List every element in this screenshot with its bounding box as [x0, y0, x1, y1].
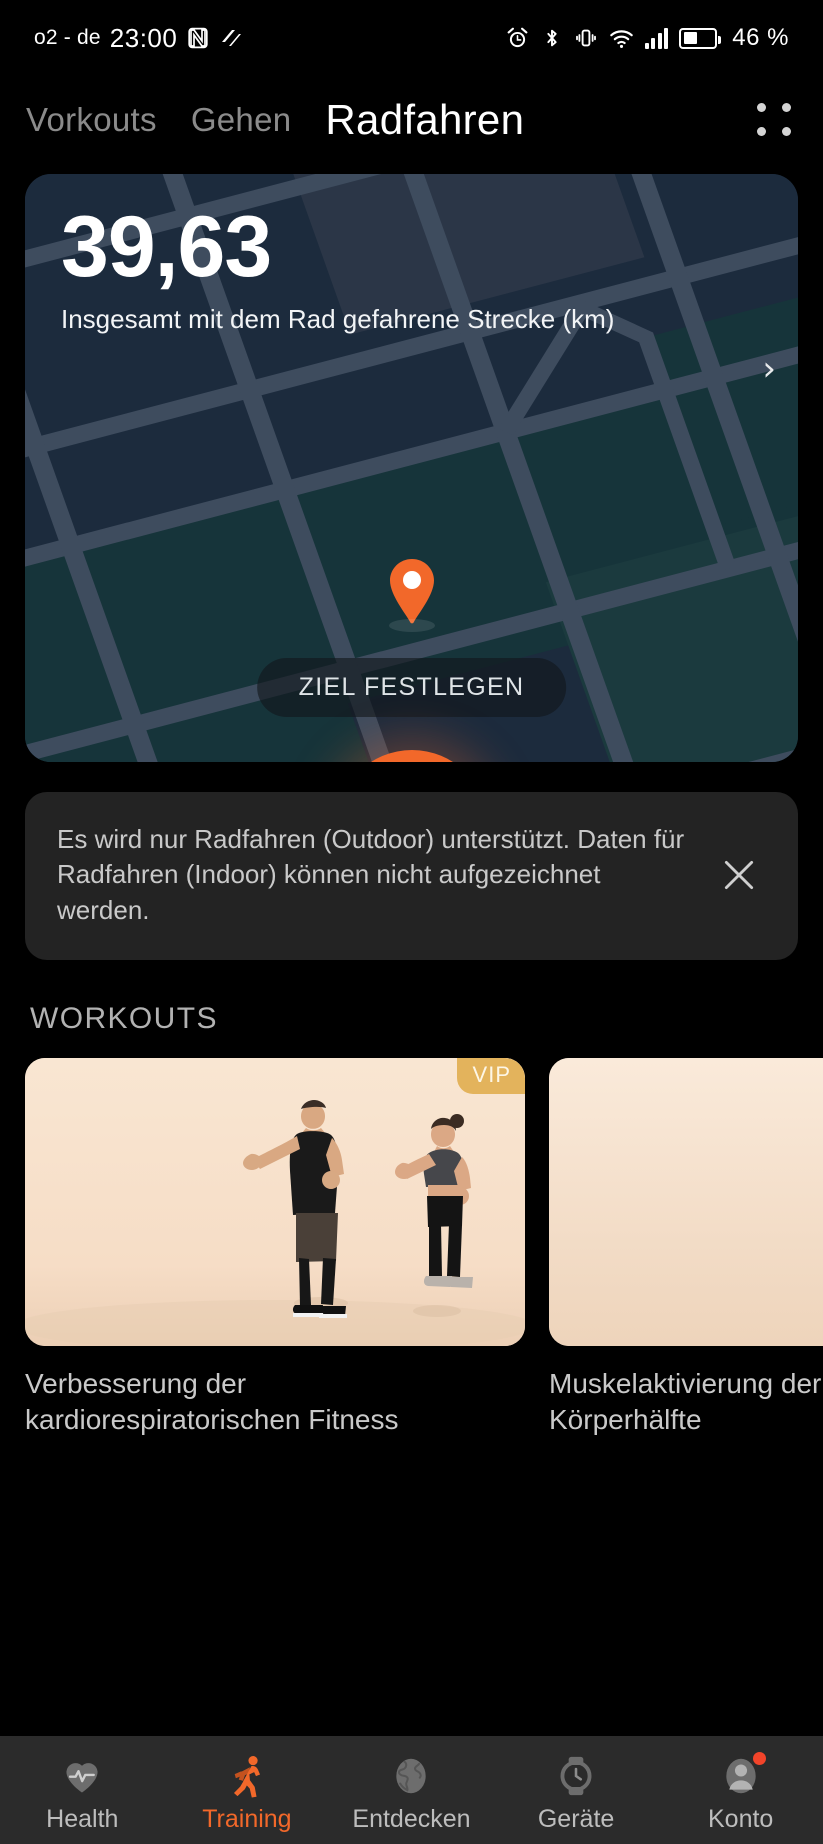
workout-thumbnail-upper-body: [549, 1058, 823, 1346]
distance-value: 39,63: [61, 204, 728, 290]
data-saver-icon: [219, 26, 243, 50]
grid-menu-icon[interactable]: [749, 94, 801, 146]
alarm-icon: [505, 26, 530, 51]
nfc-icon: [186, 26, 210, 50]
set-goal-button[interactable]: ZIEL FESTLEGEN: [257, 658, 567, 717]
workouts-section-title: WORKOUTS: [30, 1002, 823, 1036]
tab-gehen[interactable]: Gehen: [187, 101, 296, 139]
running-person-icon: [225, 1753, 269, 1799]
nav-item-health[interactable]: Health: [0, 1747, 165, 1834]
bottom-navigation: Health Training Entdecken Geräte: [0, 1736, 823, 1844]
tab-radfahren[interactable]: Radfahren: [321, 96, 528, 144]
status-bar-right: 46 %: [505, 24, 789, 52]
workout-title: Muskelaktivierung der oberen Körperhälft…: [549, 1366, 823, 1439]
cycling-summary-card[interactable]: 39,63 Insgesamt mit dem Rad gefahrene St…: [25, 174, 798, 762]
nav-label-health: Health: [46, 1805, 118, 1834]
tab-vorkouts[interactable]: Vorkouts: [22, 101, 161, 139]
nav-item-konto[interactable]: Konto: [658, 1747, 823, 1834]
vip-badge: VIP: [457, 1058, 525, 1094]
battery-label: 46 %: [732, 24, 789, 52]
nav-item-entdecken[interactable]: Entdecken: [329, 1747, 494, 1834]
vibrate-icon: [574, 26, 598, 50]
notification-badge: [753, 1752, 766, 1765]
nav-label-geraete: Geräte: [538, 1805, 614, 1834]
workout-card[interactable]: VIP Verbesserung der kardiorespiratorisc…: [25, 1058, 525, 1439]
workout-title: Verbesserung der kardiorespiratorischen …: [25, 1366, 525, 1439]
battery-icon: [679, 28, 717, 49]
wifi-icon: [609, 26, 634, 51]
distance-stat: 39,63 Insgesamt mit dem Rad gefahrene St…: [61, 204, 728, 336]
nav-label-konto: Konto: [708, 1805, 773, 1834]
nav-item-geraete[interactable]: Geräte: [494, 1747, 659, 1834]
workout-thumbnail-boxing: VIP: [25, 1058, 525, 1346]
notice-banner: Es wird nur Radfahren (Outdoor) unterstü…: [25, 792, 798, 960]
bluetooth-icon: [541, 26, 563, 50]
nav-label-entdecken: Entdecken: [352, 1805, 470, 1834]
carrier-label: o2 - de: [34, 26, 101, 50]
status-bar: o2 - de 23:00 46 %: [0, 0, 823, 76]
globe-icon: [389, 1753, 433, 1799]
chevron-right-icon[interactable]: ›: [762, 352, 776, 386]
clock-label: 23:00: [110, 23, 178, 54]
notice-text: Es wird nur Radfahren (Outdoor) unterstü…: [57, 822, 700, 928]
close-icon[interactable]: [710, 846, 768, 904]
workout-card[interactable]: Muskelaktivierung der oberen Körperhälft…: [549, 1058, 823, 1439]
account-person-icon: [719, 1753, 763, 1799]
watch-icon: [554, 1753, 598, 1799]
distance-label: Insgesamt mit dem Rad gefahrene Strecke …: [61, 304, 728, 336]
nav-item-training[interactable]: Training: [165, 1747, 330, 1834]
status-bar-left: o2 - de 23:00: [34, 23, 243, 54]
signal-bars-icon: [645, 27, 669, 49]
workouts-carousel[interactable]: VIP Verbesserung der kardiorespiratorisc…: [0, 1058, 823, 1439]
nav-label-training: Training: [202, 1805, 291, 1834]
map-pin-icon: [382, 556, 442, 628]
header-tabs: Vorkouts Gehen Radfahren: [0, 76, 823, 164]
heart-pulse-icon: [60, 1753, 104, 1799]
